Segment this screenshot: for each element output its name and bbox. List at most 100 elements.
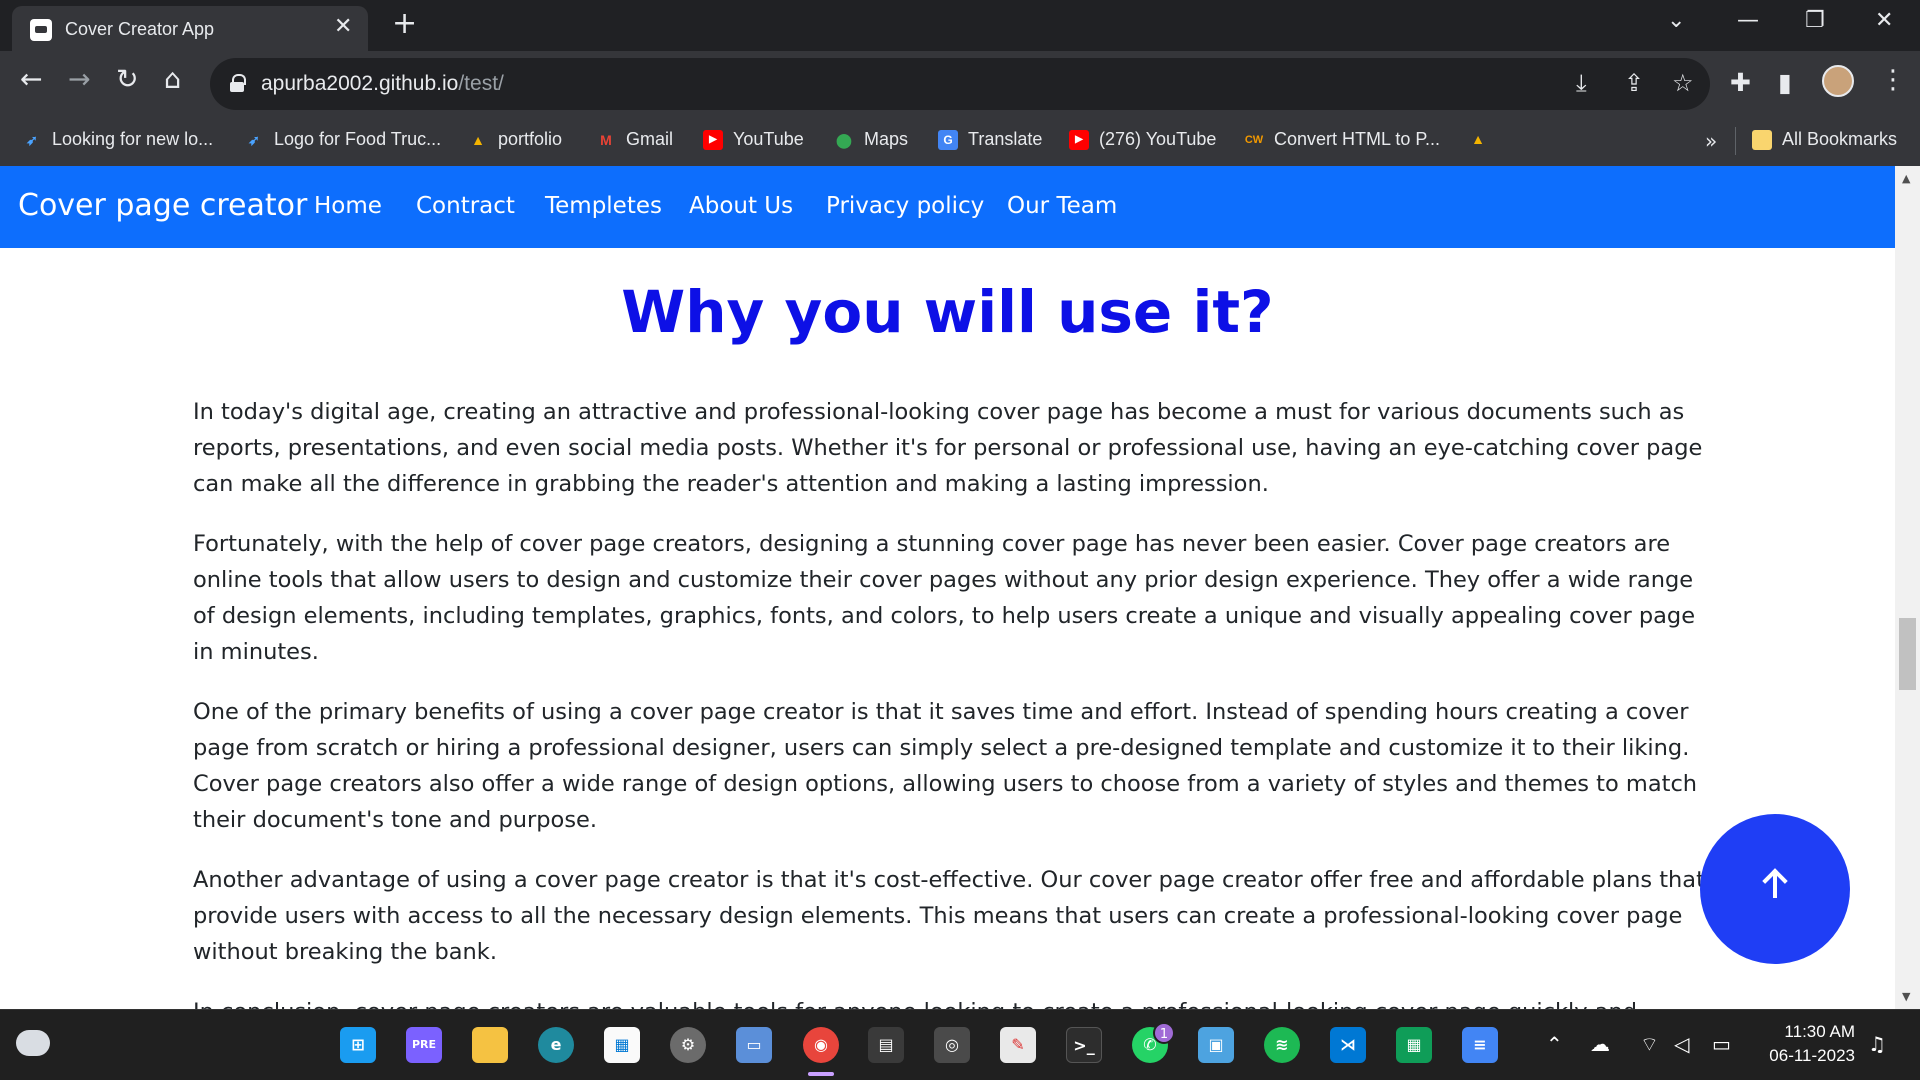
paragraph: Fortunately, with the help of cover page… (193, 531, 1696, 665)
paragraph: In today's digital age, creating an attr… (193, 399, 1703, 497)
bookmark-item[interactable]: CW Convert HTML to P... (1244, 129, 1440, 150)
camera-icon[interactable]: ◎ (934, 1027, 970, 1063)
settings-icon[interactable]: ⚙ (670, 1027, 706, 1063)
bookmark-label: Gmail (626, 129, 674, 149)
scroll-up-arrow-icon[interactable]: ▲ (1902, 172, 1910, 185)
extensions-icon[interactable]: ✚ (1730, 68, 1751, 97)
bookmark-label: portfolio (498, 129, 563, 149)
nav-link-home[interactable]: Home (314, 193, 382, 219)
nav-link-about-us[interactable]: About Us (689, 193, 793, 219)
scroll-down-arrow-icon[interactable]: ▼ (1902, 990, 1910, 1003)
nav-link-privacy-policy[interactable]: Privacy policy (826, 193, 984, 219)
back-icon[interactable]: ← (20, 65, 43, 95)
bookmarks-divider (1735, 127, 1736, 155)
reload-icon[interactable]: ↻ (116, 65, 139, 95)
close-window-button[interactable]: ✕ (1875, 8, 1893, 33)
youtube-icon: ▶ (703, 129, 723, 150)
browser-tab[interactable]: Cover Creator App ✕ (12, 6, 368, 51)
tab-title: Cover Creator App (65, 19, 215, 39)
bookmarks-overflow-button[interactable]: » (1705, 129, 1717, 153)
whatsapp-notification-badge: 1 (1153, 1022, 1175, 1044)
translate-icon: G (938, 129, 958, 150)
bookmark-label: Maps (864, 129, 909, 149)
bird-icon: ➶ (248, 131, 260, 148)
notification-bell-icon[interactable]: ♫ (1868, 1032, 1886, 1056)
terminal-icon[interactable]: >_ (1066, 1027, 1102, 1063)
bookmark-item[interactable]: ➶ Looking for new lo... (22, 129, 213, 150)
vscode-icon[interactable]: ⋊ (1330, 1027, 1366, 1063)
windows-taskbar: ⊞ PRE e ▦ ⚙ ▭ ◉ ▤ ◎ ✎ >_ ✆ 1 ▣ ≋ ⋊ ▦ ≡ ⌃… (0, 1009, 1920, 1080)
paragraph: In conclusion, cover page creators are v… (193, 994, 1713, 1009)
bookmarks-bar: ➶ Looking for new lo... ➶ Logo for Food … (0, 117, 1920, 165)
gmail-icon: M (600, 131, 612, 148)
site-navbar: Cover page creator Home Contract Templet… (0, 166, 1895, 248)
share-icon[interactable]: ⇪ (1624, 69, 1644, 97)
bookmark-item[interactable]: ▶ (276) YouTube (1069, 129, 1216, 150)
minimize-button[interactable]: — (1737, 8, 1759, 33)
docs-icon[interactable]: ≡ (1462, 1027, 1498, 1063)
sheets-icon[interactable]: ▦ (1396, 1027, 1432, 1063)
nav-link-our-team[interactable]: Our Team (1007, 193, 1117, 219)
store-icon[interactable]: ▦ (604, 1027, 640, 1063)
home-icon[interactable]: ⌂ (164, 65, 181, 95)
bookmark-item[interactable]: ▶ YouTube (703, 129, 804, 150)
maps-icon: ⬤ (836, 131, 852, 148)
paint-icon[interactable]: ✎ (1000, 1027, 1036, 1063)
drive-icon: ▲ (1471, 131, 1485, 147)
bookmark-item[interactable]: G Translate (938, 129, 1042, 150)
folder-icon (1752, 129, 1772, 150)
url-text[interactable]: apurba2002.github.io/test/ (261, 72, 504, 96)
edge-icon[interactable]: e (538, 1027, 574, 1063)
chrome-icon[interactable]: ◉ (803, 1027, 839, 1063)
clock-time: 11:30 AM (1784, 1022, 1855, 1041)
bookmark-item[interactable]: ➶ Logo for Food Truc... (244, 129, 441, 150)
volume-icon[interactable]: ◁ (1674, 1032, 1689, 1056)
bookmark-item[interactable]: ▲ portfolio (468, 129, 562, 150)
battery-icon[interactable]: ▭ (1712, 1032, 1731, 1056)
bookmark-star-icon[interactable]: ☆ (1672, 69, 1694, 97)
all-bookmarks-button[interactable]: All Bookmarks (1752, 129, 1897, 150)
article-body: In today's digital age, creating an attr… (193, 394, 1713, 1009)
bird-icon: ➶ (26, 131, 38, 148)
url-path: /test/ (458, 72, 504, 95)
install-app-icon[interactable]: ⤓ (1576, 69, 1587, 97)
scrollbar-thumb[interactable] (1899, 618, 1916, 690)
restore-button[interactable]: ❐ (1805, 8, 1825, 33)
tray-overflow-icon[interactable]: ⌃ (1546, 1032, 1563, 1056)
bookmark-label: Logo for Food Truc... (274, 129, 442, 149)
copilot-pre-icon[interactable]: PRE (406, 1027, 442, 1063)
calculator-icon[interactable]: ▤ (868, 1027, 904, 1063)
tab-search-icon[interactable]: ⌄ (1667, 8, 1685, 33)
bookmark-item[interactable]: M Gmail (596, 129, 673, 150)
tab-close-icon[interactable]: ✕ (334, 14, 352, 39)
address-bar[interactable]: apurba2002.github.io/test/ ⤓ ⇪ ☆ (210, 58, 1710, 110)
profile-avatar[interactable] (1822, 65, 1854, 97)
side-panel-icon[interactable]: ▮ (1778, 68, 1792, 97)
wifi-icon[interactable]: ⌔ (1640, 1032, 1659, 1057)
all-bookmarks-label: All Bookmarks (1782, 129, 1898, 149)
bookmark-label: Convert HTML to P... (1274, 129, 1441, 149)
drive-icon: ▲ (471, 131, 485, 148)
file-explorer-icon[interactable] (472, 1027, 508, 1063)
url-host: apurba2002.github.io (261, 72, 459, 95)
nav-link-templetes[interactable]: Templetes (545, 193, 662, 219)
chrome-menu-icon[interactable]: ⋮ (1880, 65, 1906, 95)
weather-widget-icon[interactable] (16, 1030, 50, 1056)
scroll-to-top-button[interactable] (1700, 814, 1850, 964)
bookmark-label: YouTube (733, 129, 804, 149)
lock-icon[interactable] (230, 74, 246, 92)
nav-link-contract[interactable]: Contract (416, 193, 515, 219)
bookmark-item[interactable]: ⬤ Maps (834, 129, 908, 150)
photos-icon[interactable]: ▭ (736, 1027, 772, 1063)
bookmark-item[interactable]: ▲ (1468, 129, 1488, 149)
windows-start-icon[interactable]: ⊞ (340, 1027, 376, 1063)
page-scrollbar[interactable]: ▲ ▼ (1895, 166, 1920, 1009)
new-tab-button[interactable]: + (392, 8, 417, 40)
site-brand[interactable]: Cover page creator (18, 188, 307, 223)
control-panel-icon[interactable]: ▣ (1198, 1027, 1234, 1063)
paragraph: One of the primary benefits of using a c… (193, 699, 1698, 833)
spotify-icon[interactable]: ≋ (1264, 1027, 1300, 1063)
system-clock[interactable]: 11:30 AM 06-11-2023 (1755, 1020, 1855, 1068)
onedrive-icon[interactable]: ☁ (1590, 1032, 1610, 1056)
forward-icon[interactable]: → (68, 65, 91, 95)
